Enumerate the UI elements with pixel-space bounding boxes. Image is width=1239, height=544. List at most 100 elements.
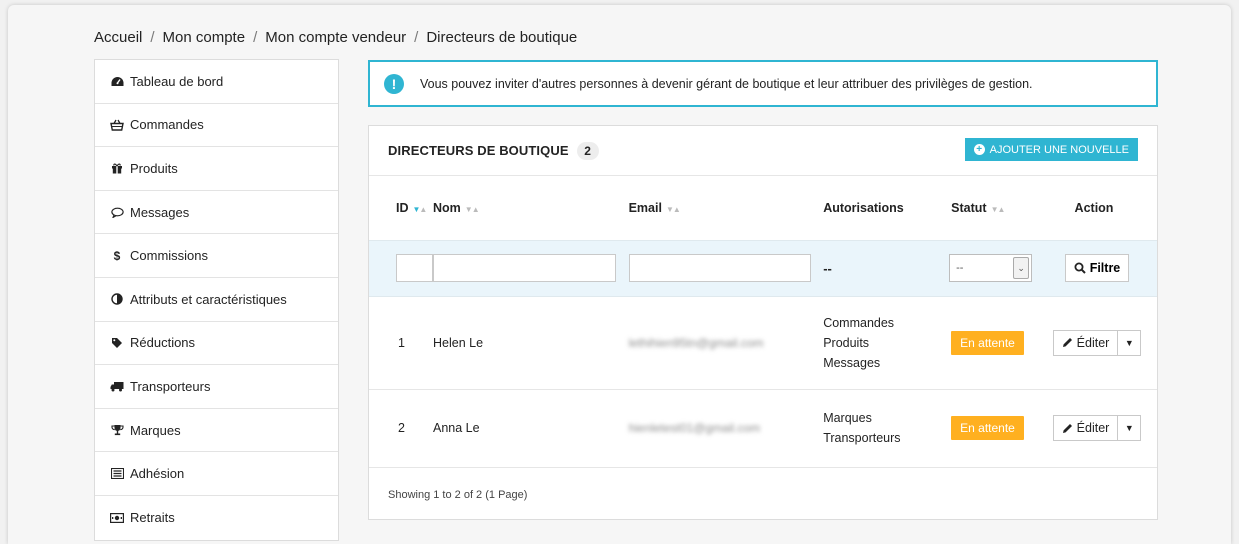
comment-icon — [109, 207, 125, 218]
tag-icon — [109, 337, 125, 349]
email-filter-input[interactable] — [628, 254, 811, 282]
dashboard-icon — [109, 76, 125, 87]
money-icon — [109, 512, 125, 523]
sidebar-item-label: Commandes — [130, 117, 204, 133]
status-filter-select[interactable]: -- ⌄ — [949, 254, 1033, 282]
column-header-status[interactable]: Statut ▼▲ — [936, 176, 1037, 240]
sidebar-item-membership[interactable]: Adhésion — [95, 452, 338, 496]
column-header-permissions: Autorisations — [823, 176, 936, 240]
list-icon — [109, 468, 125, 480]
sidebar-item-carriers[interactable]: Transporteurs — [95, 365, 338, 409]
plus-circle-icon: + — [973, 144, 985, 155]
permission-item: Marques — [823, 411, 872, 425]
column-header-name[interactable]: Nom ▼▲ — [433, 176, 629, 240]
row-name: Anna Le — [433, 389, 629, 468]
column-header-email[interactable]: Email ▼▲ — [629, 176, 824, 240]
basket-icon — [109, 119, 125, 131]
breadcrumb-separator: / — [150, 29, 155, 46]
filter-button[interactable]: Filtre — [1064, 254, 1130, 282]
info-alert: ! Vous pouvez inviter d'autres personnes… — [368, 60, 1158, 107]
sidebar-item-dashboard[interactable]: Tableau de bord — [95, 60, 338, 104]
pagination-summary: Showing 1 to 2 of 2 (1 Page) — [388, 489, 528, 501]
sort-icon[interactable]: ▼▲ — [465, 205, 480, 214]
breadcrumb-seller-account[interactable]: Mon compte vendeur — [265, 29, 406, 46]
sort-icon[interactable]: ▼▲ — [666, 205, 681, 214]
action-button-group: Éditer ▼ — [1052, 329, 1142, 356]
row-email: lethihien95tn@gmail.com — [628, 335, 764, 350]
shop-managers-panel: DIRECTEURS DE BOUTIQUE 2 + AJOUTER UNE N… — [368, 125, 1158, 520]
filter-row: -- -- ⌄ Filtre — [369, 239, 1157, 297]
gift-icon — [109, 162, 125, 174]
id-filter-input[interactable] — [396, 254, 433, 282]
truck-icon — [109, 381, 125, 392]
managers-table: ID ▼▲ Nom ▼▲ Email ▼▲ Autorisations Statut ▼… — [369, 176, 1157, 468]
row-id: 2 — [369, 389, 433, 468]
sidebar-item-discounts[interactable]: Réductions — [95, 322, 338, 366]
permission-item: Commandes — [823, 315, 895, 330]
edit-button[interactable]: Éditer — [1053, 416, 1119, 440]
pencil-icon — [1062, 423, 1072, 433]
add-new-label: AJOUTER UNE NOUVELLE — [989, 143, 1129, 156]
sidebar-menu: Tableau de bord Commandes Produits Messa… — [94, 59, 339, 541]
table-row: 2 Anna Le hienletest01@gmail.com Marques… — [369, 389, 1157, 468]
sidebar-item-label: Commissions — [130, 248, 209, 264]
dollar-icon: $ — [113, 248, 121, 263]
sidebar-item-messages[interactable]: Messages — [95, 191, 338, 235]
breadcrumb-separator: / — [414, 29, 419, 46]
breadcrumb-separator: / — [253, 29, 258, 46]
row-permissions: Marques Transporteurs — [823, 389, 937, 468]
action-button-group: Éditer ▼ — [1052, 415, 1142, 441]
column-header-label: ID — [396, 200, 409, 215]
action-dropdown-toggle[interactable]: ▼ — [1118, 330, 1141, 355]
filter-button-label: Filtre — [1089, 261, 1121, 275]
sidebar-item-brands[interactable]: Marques — [95, 409, 338, 453]
alert-text: Vous pouvez inviter d'autres personnes à… — [420, 76, 1033, 91]
column-header-label: Nom — [433, 200, 461, 215]
sort-icon[interactable]: ▼▲ — [991, 205, 1006, 214]
breadcrumb: Accueil / Mon compte / Mon compte vendeu… — [94, 29, 577, 46]
caret-down-icon: ▼ — [1124, 423, 1134, 433]
sidebar-item-label: Transporteurs — [130, 378, 211, 394]
breadcrumb-current: Directeurs de boutique — [426, 29, 578, 46]
sidebar-item-label: Produits — [130, 160, 178, 176]
sidebar-item-label: Retraits — [130, 510, 175, 526]
status-badge: En attente — [951, 416, 1024, 440]
trophy-icon — [109, 424, 125, 436]
sidebar-item-withdrawals[interactable]: Retraits — [95, 496, 338, 540]
edit-button[interactable]: Éditer — [1053, 330, 1119, 355]
sidebar-item-label: Attributs et caractéristiques — [130, 291, 287, 307]
sidebar-item-products[interactable]: Produits — [95, 147, 338, 191]
adjust-icon — [109, 293, 125, 305]
sidebar-item-label: Messages — [130, 204, 190, 220]
status-filter-value: -- — [956, 262, 964, 274]
exclamation-icon: ! — [384, 73, 404, 94]
sidebar-item-label: Adhésion — [130, 466, 185, 482]
sidebar-item-label: Réductions — [130, 335, 196, 351]
search-icon — [1074, 262, 1086, 274]
sidebar-item-orders[interactable]: Commandes — [95, 104, 338, 148]
permission-item: Messages — [823, 355, 881, 370]
breadcrumb-account[interactable]: Mon compte — [163, 29, 246, 46]
sidebar-item-commissions[interactable]: $ Commissions — [95, 234, 338, 278]
caret-down-icon: ▼ — [1124, 337, 1134, 348]
add-new-button[interactable]: + AJOUTER UNE NOUVELLE — [964, 138, 1138, 161]
sidebar-item-label: Marques — [130, 422, 181, 438]
table-header-row: ID ▼▲ Nom ▼▲ Email ▼▲ Autorisations Statut ▼… — [369, 176, 1157, 240]
row-name: Helen Le — [433, 296, 629, 390]
page-frame: Accueil / Mon compte / Mon compte vendeu… — [8, 5, 1231, 544]
breadcrumb-home[interactable]: Accueil — [94, 29, 142, 46]
column-header-label: Autorisations — [823, 200, 904, 215]
name-filter-input[interactable] — [433, 254, 616, 282]
sidebar-item-attributes[interactable]: Attributs et caractéristiques — [95, 278, 338, 322]
action-dropdown-toggle[interactable]: ▼ — [1118, 416, 1141, 440]
row-id: 1 — [369, 296, 433, 390]
chevron-down-icon: ⌄ — [1013, 257, 1030, 279]
row-email: hienletest01@gmail.com — [628, 421, 761, 435]
panel-header: DIRECTEURS DE BOUTIQUE 2 + AJOUTER UNE N… — [369, 126, 1157, 176]
status-badge: En attente — [951, 330, 1024, 355]
permissions-filter-placeholder: -- — [823, 239, 937, 297]
sort-icon[interactable]: ▼▲ — [413, 205, 428, 214]
count-badge: 2 — [576, 141, 599, 160]
column-header-label: Action — [1074, 200, 1114, 215]
column-header-id[interactable]: ID ▼▲ — [369, 176, 433, 240]
